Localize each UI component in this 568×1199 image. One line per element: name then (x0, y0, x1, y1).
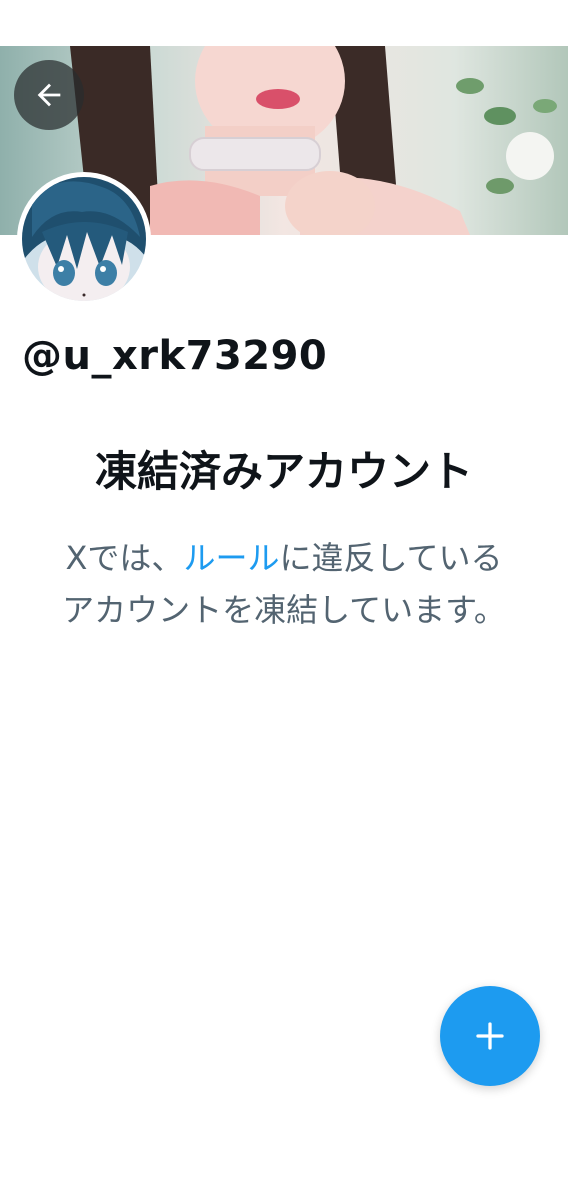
suspended-message: Xでは、ルールに違反しているアカウントを凍結しています。 (50, 532, 518, 636)
suspended-title: 凍結済みアカウント (94, 447, 473, 496)
arrow-left-icon (37, 83, 61, 107)
avatar[interactable] (17, 172, 151, 306)
plus-icon (476, 1022, 504, 1050)
suspended-message-prefix: Xでは、 (65, 539, 184, 577)
profile-handle: @u_xrk73290 (22, 333, 328, 379)
avatar-image (22, 177, 146, 301)
rules-link[interactable]: ルール (183, 539, 279, 577)
back-button[interactable] (14, 60, 84, 130)
compose-button[interactable] (440, 986, 540, 1086)
